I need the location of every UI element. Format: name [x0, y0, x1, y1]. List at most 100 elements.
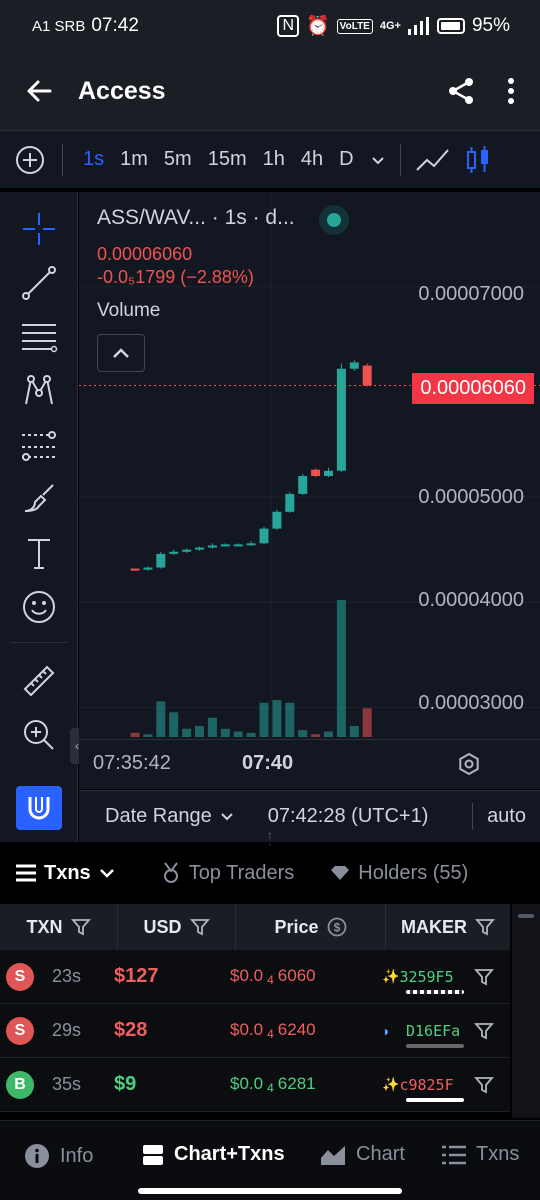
maker-address: c9825F: [399, 1075, 454, 1094]
chevron-down-icon[interactable]: [370, 152, 386, 168]
scrollbar-thumb[interactable]: [518, 914, 534, 918]
nav-txns[interactable]: Txns: [442, 1143, 519, 1166]
share-icon[interactable]: [446, 76, 476, 106]
column-txn-label: TXN: [26, 916, 63, 937]
zoom-tool[interactable]: [14, 712, 64, 758]
svg-text:$: $: [333, 921, 340, 935]
column-price[interactable]: Price $: [236, 904, 386, 950]
interval-1s[interactable]: 1s: [83, 148, 104, 171]
table-scrollbar[interactable]: [512, 904, 540, 1118]
volume-bar: [233, 731, 243, 737]
column-price-label: Price: [274, 916, 319, 937]
forecast-tool[interactable]: [14, 422, 64, 468]
collapse-legend-button[interactable]: [97, 334, 145, 372]
panel-tabs: Txns Top Traders Holders (55): [0, 846, 540, 900]
volume-bar: [246, 732, 256, 737]
interval-1m[interactable]: 1m: [120, 148, 148, 171]
tab-top-traders[interactable]: Top Traders: [161, 862, 294, 885]
tab-txns[interactable]: Txns: [16, 862, 115, 885]
filter-icon[interactable]: [475, 917, 495, 937]
price-digits: 6240: [277, 1020, 316, 1039]
diamond-icon: [331, 866, 350, 880]
tab-holders[interactable]: Holders (55): [330, 862, 468, 885]
crosshair-tool[interactable]: [14, 206, 64, 252]
nav-chart[interactable]: Chart: [320, 1143, 405, 1166]
maker-address: D16EFa: [406, 1021, 461, 1040]
table-row[interactable]: B 35s $9 $0.0 4 6281 ✨ c9825F: [0, 1058, 510, 1112]
maker-bar: [406, 989, 464, 994]
home-indicator[interactable]: [138, 1188, 402, 1194]
text-tool[interactable]: [14, 530, 64, 576]
forecast-icon: [22, 431, 56, 461]
page-title: Access: [78, 76, 166, 105]
timezone-button[interactable]: 07:42:28 (UTC+1): [268, 805, 429, 828]
chevron-down-icon: [99, 869, 114, 878]
app-bar: Access: [0, 52, 540, 130]
candle-body: [195, 547, 204, 550]
brush-tool[interactable]: [14, 476, 64, 522]
magnet-icon: [28, 797, 50, 820]
price-digits: 6281: [277, 1074, 316, 1093]
chart-settings-icon[interactable]: [457, 752, 481, 776]
sell-badge: S: [6, 962, 34, 991]
candle-body: [336, 368, 346, 471]
chart-legend: ASS/WAV... · 1s · d... 0.00006060 -0.0₅1…: [97, 206, 342, 372]
auto-scale-button[interactable]: auto: [472, 803, 540, 830]
nav-chart-txns-label: Chart+Txns: [174, 1143, 285, 1165]
split-view-icon: [143, 1144, 163, 1165]
dollar-circle-icon[interactable]: $: [327, 917, 347, 937]
nav-chart-txns[interactable]: Chart+Txns: [142, 1143, 285, 1166]
filter-icon[interactable]: [474, 967, 494, 987]
date-range-dropdown[interactable]: Date Range: [105, 805, 234, 828]
column-maker[interactable]: MAKER: [386, 904, 510, 950]
column-usd[interactable]: USD: [118, 904, 236, 950]
brush-icon: [24, 484, 54, 512]
y-axis-tick: 0.00003000: [418, 692, 524, 714]
smiley-icon: [23, 591, 55, 623]
nav-info[interactable]: Info: [24, 1143, 93, 1169]
fib-tool[interactable]: [14, 314, 64, 360]
interval-5m[interactable]: 5m: [164, 148, 192, 171]
table-row[interactable]: S 29s $28 $0.0 4 6240 ◗ D16EFa: [0, 1004, 510, 1058]
trend-line-tool[interactable]: [14, 260, 64, 306]
line-chart-icon[interactable]: [415, 146, 451, 174]
interval-1h[interactable]: 1h: [263, 148, 285, 171]
medal-icon: [163, 862, 178, 883]
candle-body: [349, 362, 359, 369]
chevron-down-icon: [221, 812, 233, 820]
arrow-left-icon[interactable]: [24, 76, 54, 106]
interval-d[interactable]: D: [339, 148, 353, 171]
alarm-icon: ⏰: [306, 16, 330, 37]
candles-icon[interactable]: [465, 144, 491, 176]
x-axis-tick: 07:40: [242, 752, 294, 774]
volume-bar: [130, 732, 140, 737]
battery-icon: [436, 18, 465, 34]
filter-icon[interactable]: [474, 1021, 494, 1041]
filter-icon[interactable]: [189, 917, 210, 937]
magnet-tool[interactable]: [16, 786, 62, 830]
txn-maker[interactable]: ◗ D16EFa: [382, 1021, 468, 1048]
volume-bar: [336, 600, 346, 737]
drawing-toolbar: [0, 192, 78, 842]
txn-maker[interactable]: ✨ c9825F: [382, 1075, 468, 1102]
filter-icon[interactable]: [474, 1075, 494, 1095]
emoji-tool[interactable]: [14, 584, 64, 630]
candle-body: [285, 493, 295, 512]
filter-icon[interactable]: [70, 917, 91, 937]
chevron-up-icon: [113, 348, 129, 358]
add-indicator-icon[interactable]: [14, 144, 46, 176]
price-chart[interactable]: ASS/WAV... · 1s · d... 0.00006060 -0.0₅1…: [79, 192, 540, 789]
candle-body: [272, 511, 282, 529]
table-row[interactable]: S 23s $127 $0.0 4 6060 ✨ 3259F5: [0, 950, 510, 1004]
candle-body: [156, 553, 166, 568]
pattern-tool[interactable]: [14, 368, 64, 414]
measure-tool[interactable]: [14, 658, 64, 704]
interval-15m[interactable]: 15m: [208, 148, 247, 171]
more-vertical-icon[interactable]: [506, 76, 516, 106]
interval-4h[interactable]: 4h: [301, 148, 323, 171]
y-axis-tick: 0.00004000: [418, 589, 524, 611]
column-txn[interactable]: TXN: [0, 904, 118, 950]
symbol-label[interactable]: ASS/WAV... · 1s · d...: [97, 206, 295, 229]
txn-maker[interactable]: ✨ 3259F5: [382, 968, 468, 994]
ruler-icon: [23, 665, 55, 697]
